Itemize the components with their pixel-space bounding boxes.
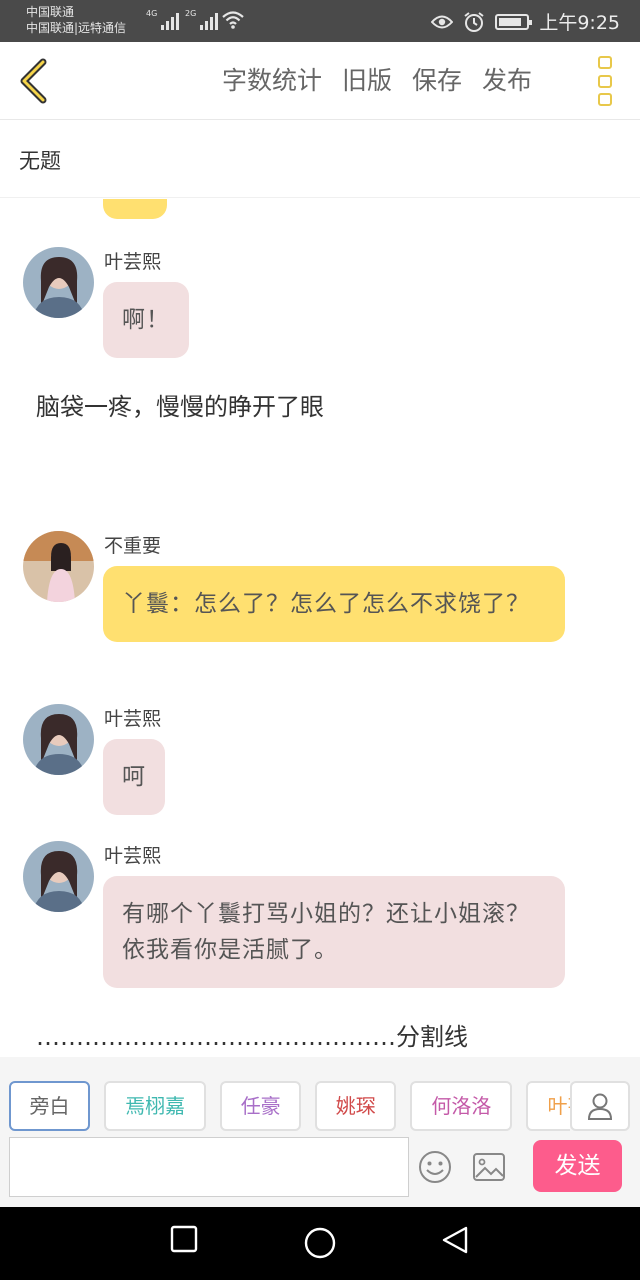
signal-4g-label: 4G bbox=[146, 9, 158, 18]
eye-icon bbox=[431, 15, 454, 28]
word-count-button[interactable]: 字数统计 bbox=[222, 64, 322, 98]
wifi-icon bbox=[222, 11, 244, 29]
old-version-button[interactable]: 旧版 bbox=[342, 64, 392, 98]
speaker-name: 叶芸熙 bbox=[104, 251, 162, 273]
top-toolbar: 字数统计 旧版 保存 发布 bbox=[0, 42, 640, 120]
status-bar: 中国联通 中国联通|远特通信 4G 2G 上午9:25 bbox=[0, 0, 640, 42]
avatar-image bbox=[23, 531, 94, 602]
signal-2g-icon: 2G bbox=[185, 9, 219, 30]
system-nav-bar bbox=[0, 1207, 640, 1280]
role-chip[interactable]: 叶芸熙 bbox=[526, 1081, 570, 1131]
role-chip[interactable]: 焉栩嘉 bbox=[104, 1081, 207, 1131]
message-bubble[interactable]: 呵 bbox=[103, 739, 165, 815]
back-button[interactable] bbox=[10, 56, 60, 106]
send-button[interactable]: 发送 bbox=[533, 1140, 622, 1192]
avatar[interactable] bbox=[23, 841, 94, 912]
role-chip[interactable]: 旁白 bbox=[9, 1081, 90, 1131]
avatar[interactable] bbox=[23, 704, 94, 775]
image-icon[interactable] bbox=[472, 1152, 506, 1182]
signal-2g-label: 2G bbox=[185, 9, 197, 18]
avatar[interactable] bbox=[23, 247, 94, 318]
square-recents-icon[interactable] bbox=[170, 1225, 198, 1253]
speaker-name: 不重要 bbox=[104, 535, 162, 557]
role-manage-button[interactable] bbox=[570, 1081, 630, 1131]
carrier-line-1: 中国联通 bbox=[26, 5, 75, 19]
document-title: 无题 bbox=[19, 149, 61, 173]
title-row[interactable]: 无题 bbox=[0, 121, 640, 198]
narration-text[interactable]: 脑袋一疼，慢慢的睁开了眼 bbox=[36, 387, 324, 422]
app-root: 中国联通 中国联通|远特通信 4G 2G 上午9:25 字数统计 旧版 保存 发… bbox=[0, 0, 640, 1280]
role-chip[interactable]: 何洛洛 bbox=[410, 1081, 513, 1131]
avatar-image bbox=[23, 704, 94, 775]
menu-box-icon bbox=[598, 93, 612, 106]
triangle-back-icon[interactable] bbox=[440, 1225, 470, 1255]
composer-panel: 旁白 焉栩嘉 任豪 姚琛 何洛洛 叶芸熙 发送 bbox=[0, 1057, 640, 1207]
message-input[interactable] bbox=[9, 1137, 409, 1197]
role-selector: 旁白 焉栩嘉 任豪 姚琛 何洛洛 叶芸熙 bbox=[9, 1081, 570, 1133]
carrier-info: 中国联通 中国联通|远特通信 bbox=[26, 4, 126, 36]
narration-text[interactable]: ………………………………………分割线 bbox=[36, 1017, 468, 1052]
avatar-image bbox=[23, 247, 94, 318]
chat-area[interactable]: 叶芸熙 啊！ 脑袋一疼，慢慢的睁开了眼 不重要 丫鬟：怎么了？怎么了怎么不求饶了… bbox=[0, 199, 640, 1057]
avatar[interactable] bbox=[23, 531, 94, 602]
battery-icon bbox=[495, 13, 533, 30]
publish-button[interactable]: 发布 bbox=[482, 64, 532, 98]
message-bubble[interactable]: 啊！ bbox=[103, 282, 189, 358]
clock: 上午9:25 bbox=[539, 12, 620, 34]
speaker-name: 叶芸熙 bbox=[104, 708, 162, 730]
previous-bubble-fragment bbox=[103, 199, 167, 219]
signal-4g-icon: 4G bbox=[146, 9, 180, 30]
carrier-line-2: 中国联通|远特通信 bbox=[26, 21, 127, 35]
chevron-left-icon bbox=[20, 58, 47, 104]
save-button[interactable]: 保存 bbox=[412, 64, 462, 98]
circle-home-icon[interactable] bbox=[304, 1227, 336, 1259]
speaker-name: 叶芸熙 bbox=[104, 845, 162, 867]
status-right-group: 上午9:25 bbox=[431, 8, 620, 35]
menu-box-icon bbox=[598, 74, 612, 88]
alarm-icon bbox=[464, 11, 484, 32]
user-icon bbox=[587, 1093, 613, 1120]
avatar-image bbox=[23, 841, 94, 912]
message-bubble[interactable]: 丫鬟：怎么了？怎么了怎么不求饶了？ bbox=[103, 566, 565, 642]
role-chip[interactable]: 姚琛 bbox=[315, 1081, 397, 1131]
emoji-icon[interactable] bbox=[418, 1150, 452, 1184]
more-menu-button[interactable] bbox=[592, 56, 618, 106]
message-bubble[interactable]: 有哪个丫鬟打骂小姐的？还让小姐滚？依我看你是活腻了。 bbox=[103, 876, 565, 988]
role-chip[interactable]: 任豪 bbox=[220, 1081, 302, 1131]
toolbar-actions: 字数统计 旧版 保存 发布 bbox=[222, 64, 532, 98]
menu-box-icon bbox=[598, 56, 612, 69]
